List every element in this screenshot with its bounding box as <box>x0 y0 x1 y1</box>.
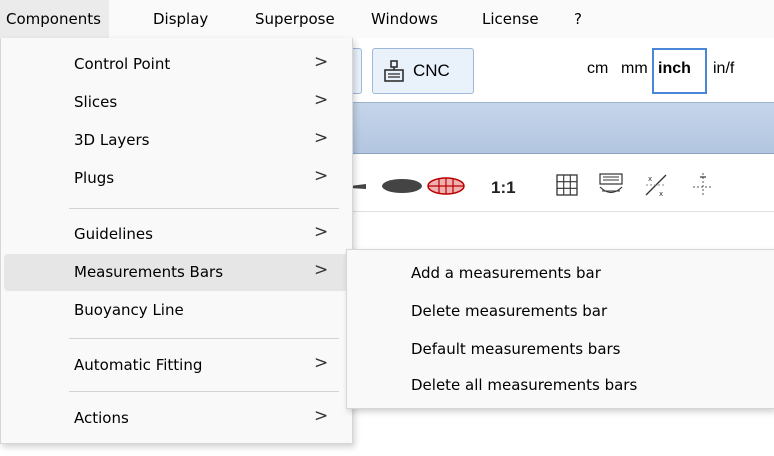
menu-item-label: Automatic Fitting <box>74 356 203 374</box>
chevron-right-icon: > <box>314 166 329 186</box>
menu-display[interactable]: Display <box>153 0 208 38</box>
submenu-item-label: Default measurements bars <box>411 340 621 358</box>
submenu-item-label: Delete all measurements bars <box>411 376 638 394</box>
toolbar-button-partial[interactable] <box>352 48 362 94</box>
menu-item-label: Guidelines <box>74 225 153 243</box>
menu-item-3d-layers[interactable]: 3D Layers > <box>4 122 350 159</box>
menu-item-control-point[interactable]: Control Point > <box>4 46 350 83</box>
menu-item-buoyancy-line[interactable]: Buoyancy Line <box>4 292 350 329</box>
menu-superpose[interactable]: Superpose <box>255 0 335 38</box>
menu-separator <box>69 208 339 209</box>
chevron-right-icon: > <box>314 52 329 72</box>
components-dropdown: Control Point > Slices > 3D Layers > Plu… <box>0 38 353 444</box>
unit-in-f[interactable]: in/f <box>713 60 734 78</box>
unit-inch-label: inch <box>658 60 691 77</box>
menu-item-label: Actions <box>74 409 129 427</box>
submenu-item-label: Add a measurements bar <box>411 264 601 282</box>
menu-item-slices[interactable]: Slices > <box>4 84 350 121</box>
menu-item-label: Plugs <box>74 169 115 187</box>
svg-text:x: x <box>648 175 652 183</box>
menu-license[interactable]: License <box>482 0 539 38</box>
chevron-right-icon: > <box>314 260 329 280</box>
menu-windows[interactable]: Windows <box>371 0 438 38</box>
chevron-right-icon: > <box>314 406 329 426</box>
unit-mm[interactable]: mm <box>621 60 648 78</box>
menu-item-automatic-fitting[interactable]: Automatic Fitting > <box>4 347 350 384</box>
menu-item-plugs[interactable]: Plugs > <box>4 160 350 197</box>
cnc-button-label: CNC <box>413 61 450 80</box>
unit-cm[interactable]: cm <box>587 60 608 78</box>
menu-item-label: Slices <box>74 93 118 111</box>
menu-item-guidelines[interactable]: Guidelines > <box>4 216 350 253</box>
chevron-right-icon: > <box>314 222 329 242</box>
submenu-item-label: Delete measurements bar <box>411 302 608 320</box>
board-side-icon[interactable] <box>350 172 370 198</box>
submenu-item-delete-measurements-bar[interactable]: Delete measurements bar <box>351 294 771 330</box>
submenu-item-default-measurements-bars[interactable]: Default measurements bars <box>351 332 771 368</box>
data-panel-icon[interactable] <box>598 172 624 198</box>
menu-item-label: 3D Layers <box>74 131 150 149</box>
scale-one-to-one[interactable]: 1:1 <box>491 178 516 198</box>
menu-help[interactable]: ? <box>574 0 582 38</box>
menu-item-label: Measurements Bars <box>74 263 224 281</box>
menu-item-label: Buoyancy Line <box>74 301 184 319</box>
menu-item-label: Control Point <box>74 55 171 73</box>
menu-components[interactable]: Components <box>0 0 109 38</box>
menu-bar: Components Display Superpose Windows Lic… <box>0 0 774 38</box>
chevron-right-icon: > <box>314 353 329 373</box>
unit-inch-selected[interactable]: inch <box>652 48 707 94</box>
chevron-right-icon: > <box>314 128 329 148</box>
grid-icon[interactable] <box>555 172 579 198</box>
chevron-right-icon: > <box>314 90 329 110</box>
diagonal-guide-icon[interactable]: x x <box>643 172 669 198</box>
menu-separator <box>69 391 339 392</box>
submenu-item-add-measurements-bar[interactable]: Add a measurements bar <box>351 256 771 292</box>
measurements-bars-submenu: Add a measurements bar Delete measuremen… <box>346 249 774 409</box>
menu-item-actions[interactable]: Actions > <box>4 400 350 437</box>
menu-separator <box>69 338 339 339</box>
board-sections-icon[interactable] <box>425 172 467 198</box>
submenu-item-delete-all-measurements-bars[interactable]: Delete all measurements bars <box>351 368 771 404</box>
cnc-button[interactable]: CNC <box>372 48 474 94</box>
cnc-machine-icon <box>384 60 404 82</box>
menu-item-measurements-bars[interactable]: Measurements Bars > <box>4 254 350 291</box>
svg-text:x: x <box>659 190 663 198</box>
board-profile-icon[interactable] <box>380 172 424 198</box>
title-band <box>350 102 774 154</box>
crosshair-guide-icon[interactable] <box>690 172 716 198</box>
